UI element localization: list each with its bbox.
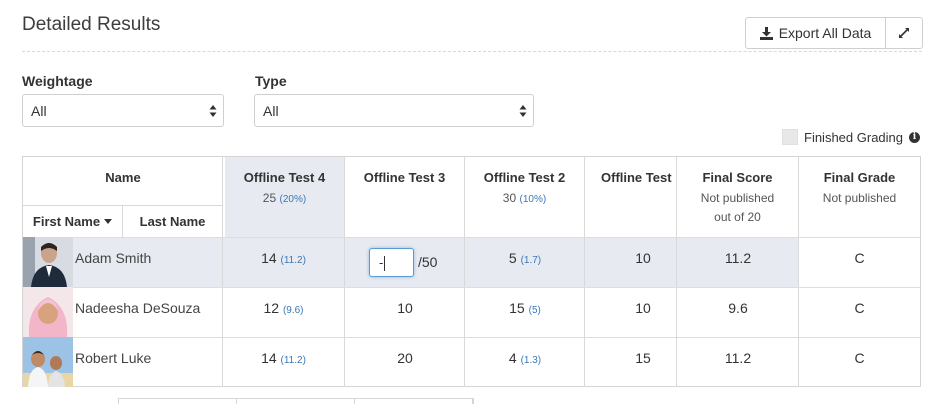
column-max: 30 <box>502 191 517 205</box>
table-row[interactable]: Robert Luke 14 (11.2) 20 4 (1.3) 15 11.2… <box>23 337 920 387</box>
score-value: 14 <box>261 250 277 266</box>
score-offline-test[interactable]: 15 <box>585 350 677 366</box>
student-name-cell[interactable]: Adam Smith <box>23 237 223 287</box>
score-offline-test-4[interactable]: 14 (11.2) <box>223 350 344 366</box>
score-offline-test-4[interactable]: 12 (9.6) <box>223 300 344 316</box>
score-value: 5 <box>508 250 517 266</box>
page-title: Detailed Results <box>22 14 161 35</box>
score-offline-test-4[interactable]: 14 (11.2) <box>223 250 344 266</box>
select-arrows-icon <box>209 105 217 117</box>
final-grade-status: Not published <box>822 191 897 205</box>
toolbar: Export All Data <box>745 17 923 49</box>
weighted-value: (1.7) <box>520 255 542 266</box>
download-icon <box>759 26 773 40</box>
score-offline-test-2[interactable]: 5 (1.7) <box>465 250 585 266</box>
table-row[interactable]: Adam Smith 14 (11.2) 5 (1.7) 10 11.2 C <box>23 237 920 287</box>
column-header-offline-test[interactable]: Offline Test <box>585 157 677 237</box>
finished-grading-toggle[interactable]: Finished Grading i <box>782 129 920 145</box>
final-score-value: 11.2 <box>724 350 752 366</box>
weightage-select-value: All <box>31 102 47 119</box>
score-offline-test-3[interactable]: 20 <box>345 350 465 366</box>
weightage-label: Weightage <box>22 73 93 89</box>
score-offline-test[interactable]: 10 <box>585 250 677 266</box>
results-table: Name First Name Last Name Offline Test 4… <box>22 156 921 387</box>
finished-grading-label: Finished Grading <box>804 129 903 145</box>
score-offline-test[interactable]: 10 <box>585 300 677 316</box>
first-name-header: First Name <box>32 213 101 229</box>
student-name[interactable]: Robert Luke <box>75 350 151 366</box>
column-header-offline-test-2[interactable]: Offline Test 2 30 (10%) <box>465 157 585 237</box>
weighted-value: (9.6) <box>282 305 304 316</box>
weightage-select[interactable]: All <box>22 94 224 127</box>
title-divider <box>22 51 922 52</box>
column-subtitle: 25 (20%) <box>225 191 344 205</box>
pagination-tabs[interactable] <box>118 398 474 404</box>
column-weight: (20%) <box>279 194 307 205</box>
score-offline-test-2[interactable]: 15 (5) <box>465 300 585 316</box>
column-title: Final Score <box>702 170 773 185</box>
last-name-sort[interactable]: Last Name <box>123 205 222 237</box>
score-value: 4 <box>508 350 517 366</box>
avatar <box>23 237 73 287</box>
export-all-data-label: Export All Data <box>778 25 872 41</box>
avatar <box>23 337 73 387</box>
score-input-offline-test-3[interactable]: - <box>369 248 414 277</box>
export-all-data-button[interactable]: Export All Data <box>746 18 886 48</box>
expand-button[interactable] <box>886 18 922 48</box>
table-row[interactable]: Nadeesha DeSouza 12 (9.6) 10 15 (5) 10 9… <box>23 287 920 337</box>
select-arrows-icon <box>519 105 527 117</box>
expand-icon <box>899 28 909 38</box>
weighted-value: (5) <box>528 305 541 316</box>
first-name-sort[interactable]: First Name <box>23 205 123 237</box>
info-icon[interactable]: i <box>909 131 920 143</box>
score-input-value: - <box>379 255 384 270</box>
student-name[interactable]: Adam Smith <box>75 250 151 266</box>
final-grade-value: C <box>854 300 865 316</box>
column-title: Final Grade <box>823 170 896 185</box>
score-value: 12 <box>263 300 280 316</box>
type-select[interactable]: All <box>254 94 534 127</box>
score-value: 14 <box>261 350 277 366</box>
column-title: Offline Test 3 <box>363 170 446 185</box>
final-score-status: Not published <box>700 191 775 205</box>
column-title: Offline Test 2 <box>483 170 566 185</box>
final-grade-value: C <box>854 250 865 266</box>
score-offline-test-2[interactable]: 4 (1.3) <box>465 350 585 366</box>
column-weight: (10%) <box>519 194 547 205</box>
final-score-out-of: out of 20 <box>714 210 761 224</box>
weighted-value: (1.3) <box>520 355 542 366</box>
score-value: 15 <box>509 300 525 316</box>
column-header-offline-test-3[interactable]: Offline Test 3 <box>345 157 465 237</box>
column-header-final-score: Final Score Not published out of 20 <box>677 157 799 237</box>
final-score-value: 9.6 <box>728 300 748 316</box>
pagination-tab[interactable] <box>355 399 473 404</box>
name-header-cell: Name First Name Last Name <box>23 157 223 237</box>
column-header-offline-test-4[interactable]: Offline Test 4 25 (20%) <box>225 157 345 237</box>
final-score-value: 11.2 <box>724 250 752 266</box>
column-title: Offline Test <box>601 170 672 185</box>
text-caret <box>384 256 386 272</box>
last-name-header: Last Name <box>139 213 206 229</box>
final-grade-value: C <box>854 350 865 366</box>
column-header-final-grade: Final Grade Not published <box>799 157 920 237</box>
avatar <box>23 287 73 337</box>
pagination-tab[interactable] <box>119 399 237 404</box>
type-select-value: All <box>263 102 279 119</box>
score-offline-test-3[interactable]: 10 <box>345 300 465 316</box>
student-name-cell[interactable]: Nadeesha DeSouza <box>23 287 223 337</box>
score-input-max: /50 <box>418 254 438 270</box>
student-name-cell[interactable]: Robert Luke <box>23 337 223 387</box>
column-subtitle: 30 (10%) <box>465 191 584 205</box>
sort-caret-icon <box>104 218 113 224</box>
pagination-tab[interactable] <box>237 399 355 404</box>
name-header: Name <box>105 170 141 185</box>
column-title: Offline Test 4 <box>243 170 326 185</box>
weighted-value: (11.2) <box>280 355 306 366</box>
column-max: 25 <box>262 191 277 205</box>
type-label: Type <box>255 73 287 89</box>
weighted-value: (11.2) <box>280 255 306 266</box>
student-name[interactable]: Nadeesha DeSouza <box>75 300 200 316</box>
finished-grading-checkbox[interactable] <box>782 129 798 145</box>
